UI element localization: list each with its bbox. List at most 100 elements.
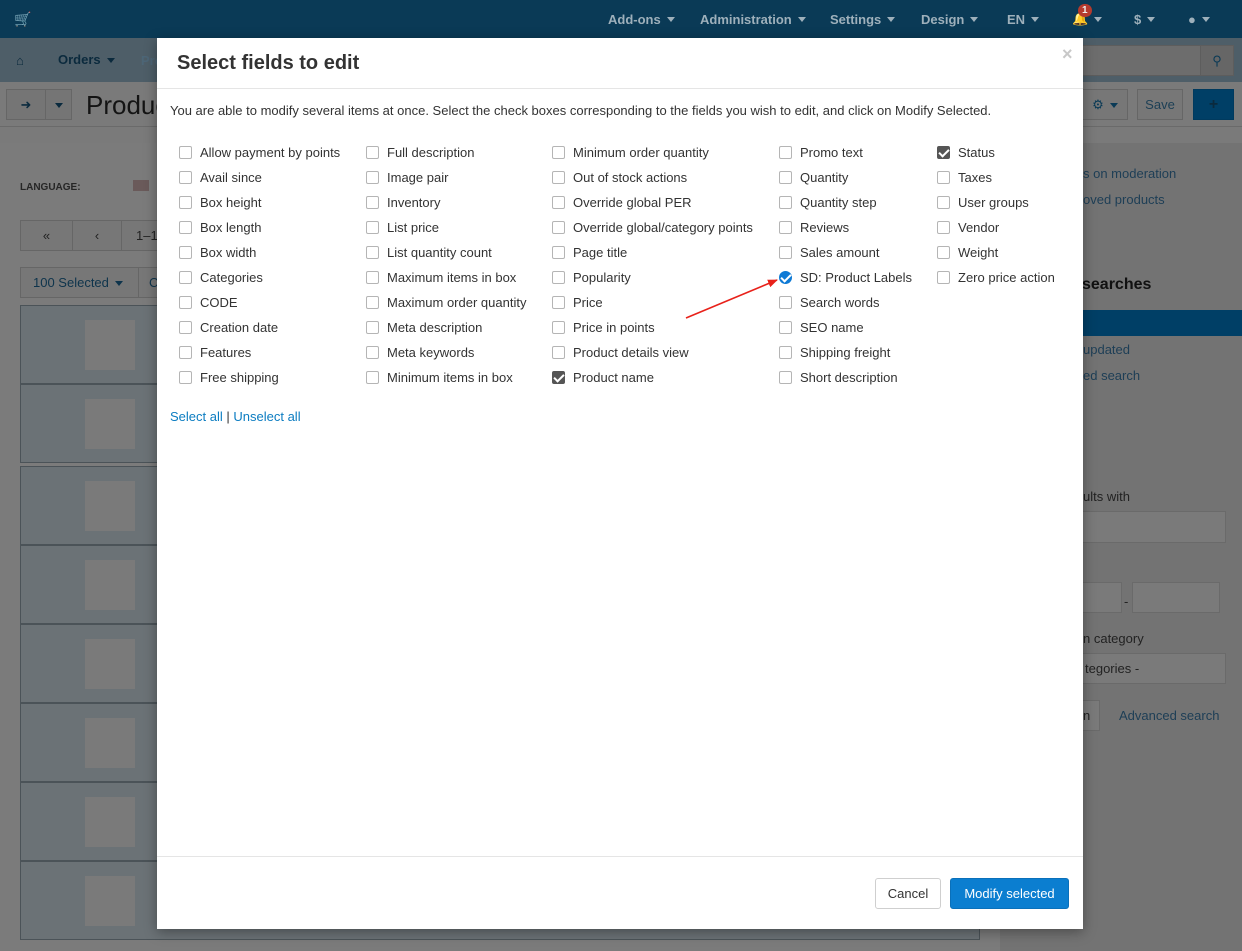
field-option[interactable]: Maximum order quantity [366,293,526,311]
field-checkbox[interactable] [366,295,379,309]
topnav-language[interactable]: EN [1007,0,1040,38]
global-search-input[interactable] [1082,45,1202,76]
field-checkbox[interactable] [779,345,792,359]
field-checkbox[interactable] [552,195,565,209]
field-checkbox[interactable] [552,370,565,384]
sidebar-search-button[interactable]: n [1082,700,1100,731]
product-thumbnail[interactable] [85,481,135,531]
field-checkbox[interactable] [779,270,792,284]
advanced-search-link[interactable]: Advanced search [1119,708,1219,723]
field-option[interactable]: Inventory [366,193,440,211]
field-option[interactable]: Categories [179,268,263,286]
topnav-currency[interactable]: $ [1134,0,1156,38]
price-from-input[interactable] [1082,582,1122,613]
field-option[interactable]: Meta keywords [366,343,474,361]
field-option[interactable]: Search words [779,293,879,311]
sidebar-link-search[interactable]: ed search [1083,368,1140,383]
field-checkbox[interactable] [366,345,379,359]
field-option[interactable]: SEO name [779,318,864,336]
field-option[interactable]: CODE [179,293,238,311]
user-icon[interactable]: ● [1188,0,1210,38]
field-option[interactable]: Minimum items in box [366,368,513,386]
field-checkbox[interactable] [179,195,192,209]
category-select[interactable]: tegories - [1082,653,1226,684]
field-option[interactable]: SD: Product Labels [779,268,912,286]
field-option[interactable]: Box length [179,218,261,236]
field-checkbox[interactable] [937,170,950,184]
field-option[interactable]: User groups [937,193,1029,211]
field-checkbox[interactable] [179,220,192,234]
field-checkbox[interactable] [179,320,192,334]
product-thumbnail[interactable] [85,639,135,689]
field-checkbox[interactable] [779,295,792,309]
field-checkbox[interactable] [366,245,379,259]
field-checkbox[interactable] [779,220,792,234]
field-option[interactable]: Features [179,343,251,361]
unselect-all-link[interactable]: Unselect all [233,409,300,424]
field-option[interactable]: Creation date [179,318,278,336]
sidebar-link-approved-products[interactable]: oved products [1083,192,1165,207]
field-option[interactable]: Box height [179,193,261,211]
field-option[interactable]: Promo text [779,143,863,161]
field-checkbox[interactable] [366,370,379,384]
field-option[interactable]: Free shipping [179,368,279,386]
field-checkbox[interactable] [552,345,565,359]
field-checkbox[interactable] [179,245,192,259]
field-option[interactable]: Product details view [552,343,689,361]
sidebar-link-on-moderation[interactable]: s on moderation [1083,166,1176,181]
field-option[interactable]: Popularity [552,268,631,286]
us-flag-icon[interactable] [133,180,149,191]
home-icon[interactable]: ⌂ [16,53,24,68]
field-checkbox[interactable] [552,320,565,334]
field-checkbox[interactable] [179,345,192,359]
cancel-button[interactable]: Cancel [875,878,941,909]
selected-items-dropdown[interactable]: 100 Selected [20,267,139,298]
field-checkbox[interactable] [366,220,379,234]
field-option[interactable]: Price in points [552,318,655,336]
product-thumbnail[interactable] [85,718,135,768]
field-checkbox[interactable] [179,270,192,284]
product-thumbnail[interactable] [85,797,135,847]
field-checkbox[interactable] [779,245,792,259]
back-dropdown-button[interactable] [45,89,72,120]
field-checkbox[interactable] [552,170,565,184]
field-option[interactable]: List quantity count [366,243,492,261]
field-checkbox[interactable] [937,220,950,234]
product-thumbnail[interactable] [85,320,135,370]
field-option[interactable]: Vendor [937,218,999,236]
field-checkbox[interactable] [179,170,192,184]
field-option[interactable]: Reviews [779,218,849,236]
field-checkbox[interactable] [366,145,379,159]
back-arrow-button[interactable]: ➜ [6,89,46,120]
field-checkbox[interactable] [779,170,792,184]
field-option[interactable]: Price [552,293,603,311]
topnav-design[interactable]: Design [921,0,979,38]
modify-selected-button[interactable]: Modify selected [950,878,1069,909]
field-checkbox[interactable] [779,195,792,209]
field-checkbox[interactable] [937,145,950,159]
field-checkbox[interactable] [937,270,950,284]
field-option[interactable]: List price [366,218,439,236]
field-option[interactable]: Meta description [366,318,482,336]
topnav-addons[interactable]: Add-ons [608,0,675,38]
field-checkbox[interactable] [937,195,950,209]
field-option[interactable]: Full description [366,143,474,161]
field-checkbox[interactable] [552,295,565,309]
cart-icon[interactable]: 🛒 [14,11,31,28]
field-option[interactable]: Shipping freight [779,343,890,361]
field-option[interactable]: Zero price action [937,268,1055,286]
field-option[interactable]: Minimum order quantity [552,143,709,161]
pager-first-button[interactable]: « [20,220,73,251]
field-option[interactable]: Taxes [937,168,992,186]
field-checkbox[interactable] [552,270,565,284]
save-button[interactable]: Save [1137,89,1183,120]
price-to-input[interactable] [1132,582,1220,613]
field-option[interactable]: Short description [779,368,898,386]
field-option[interactable]: Allow payment by points [179,143,340,161]
field-option[interactable]: Box width [179,243,256,261]
select-all-link[interactable]: Select all [170,409,223,424]
field-option[interactable]: Weight [937,243,998,261]
field-option[interactable]: Quantity [779,168,848,186]
field-option[interactable]: Quantity step [779,193,877,211]
field-option[interactable]: Page title [552,243,627,261]
